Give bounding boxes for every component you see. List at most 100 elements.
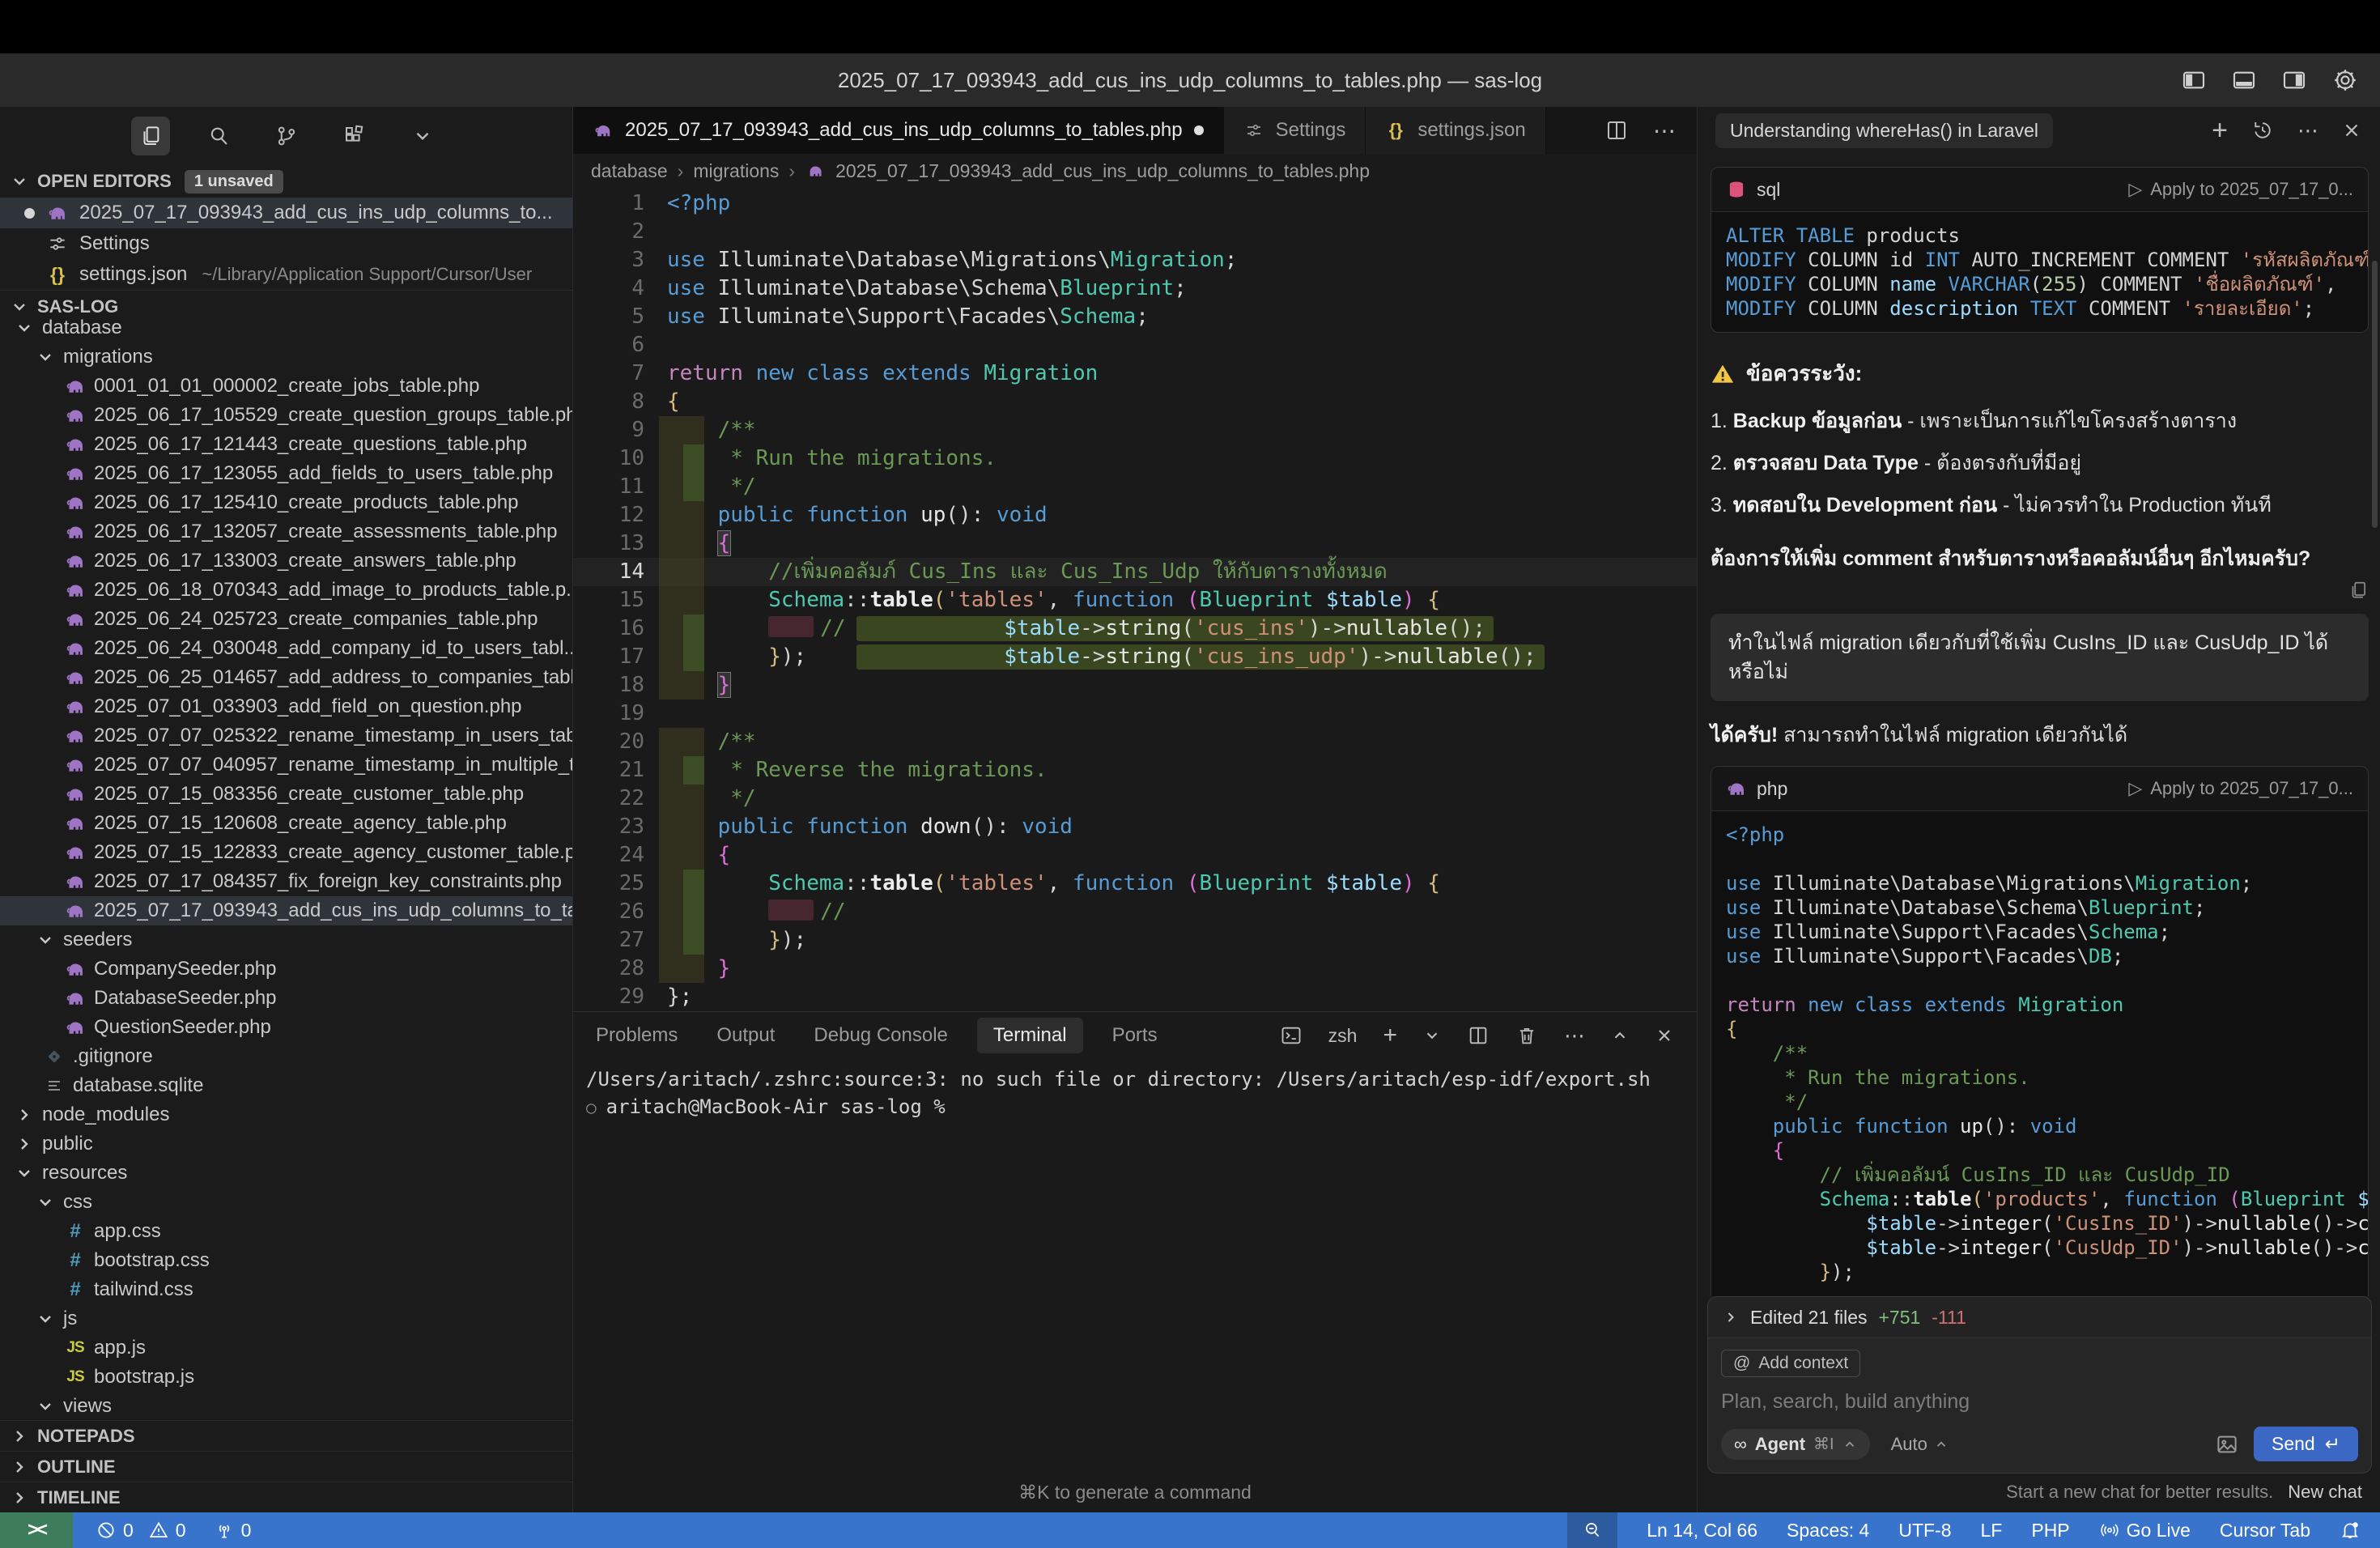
- open-editor-item[interactable]: {} settings.json ~/Library/Application S…: [0, 259, 572, 290]
- chat-input[interactable]: Plan, search, build anything: [1721, 1390, 2358, 1414]
- remote-indicator[interactable]: ><: [0, 1512, 73, 1548]
- toggle-right-panel-icon[interactable]: [2281, 67, 2307, 93]
- new-chat-icon[interactable]: +: [2212, 115, 2228, 147]
- tree-folder-node_modules[interactable]: node_modules: [0, 1100, 572, 1129]
- tree-item[interactable]: #app.css: [0, 1217, 572, 1246]
- panel-tab-terminal[interactable]: Terminal: [977, 1018, 1083, 1053]
- extensions-icon[interactable]: [335, 117, 374, 155]
- code-line[interactable]: 27 });: [573, 926, 1697, 955]
- tree-item[interactable]: 0001_01_01_000002_create_jobs_table.php: [0, 372, 572, 401]
- tree-item[interactable]: JSapp.js: [0, 1333, 572, 1363]
- send-button[interactable]: Send ↵: [2254, 1427, 2358, 1461]
- tree-folder-css[interactable]: css: [0, 1188, 572, 1217]
- code-line[interactable]: 12 public function up(): void: [573, 501, 1697, 529]
- tree-item[interactable]: 2025_07_15_083356_create_customer_table.…: [0, 780, 572, 809]
- code-line[interactable]: 23 public function down(): void: [573, 813, 1697, 841]
- source-control-icon[interactable]: [267, 117, 306, 155]
- code-line[interactable]: 4use Illuminate\Database\Schema\Blueprin…: [573, 274, 1697, 303]
- language-mode[interactable]: PHP: [2031, 1520, 2069, 1542]
- tree-item[interactable]: CompanySeeder.php: [0, 955, 572, 984]
- open-editor-item[interactable]: 2025_07_17_093943_add_cus_ins_udp_column…: [0, 198, 572, 228]
- tab-migration-file[interactable]: 2025_07_17_093943_add_cus_ins_udp_column…: [573, 107, 1224, 154]
- code-line[interactable]: 16 // $table->string('cus_ins')->nullabl…: [573, 615, 1697, 643]
- chat-more-icon[interactable]: ⋯: [2297, 118, 2318, 143]
- tree-item[interactable]: 2025_07_07_025322_rename_timestamp_in_us…: [0, 721, 572, 751]
- open-editor-item[interactable]: Settings: [0, 228, 572, 259]
- tree-item[interactable]: 2025_06_17_132057_create_assessments_tab…: [0, 517, 572, 546]
- attach-image-icon[interactable]: [2215, 1432, 2239, 1457]
- code-line[interactable]: 5use Illuminate\Support\Facades\Schema;: [573, 303, 1697, 331]
- toggle-bottom-panel-icon[interactable]: [2231, 67, 2257, 93]
- go-live-button[interactable]: Go Live: [2099, 1520, 2191, 1542]
- code-line[interactable]: 19: [573, 700, 1697, 728]
- tree-item[interactable]: 2025_06_24_025723_create_companies_table…: [0, 605, 572, 634]
- tree-folder-seeders[interactable]: seeders: [0, 925, 572, 955]
- tree-item[interactable]: 2025_06_17_133003_create_answers_table.p…: [0, 546, 572, 576]
- tree-item[interactable]: #tailwind.css: [0, 1275, 572, 1304]
- new-chat-link[interactable]: New chat: [2288, 1482, 2362, 1503]
- split-terminal-icon[interactable]: [1467, 1024, 1490, 1047]
- code-line[interactable]: 1<?php: [573, 189, 1697, 218]
- code-line[interactable]: 10 * Run the migrations.: [573, 444, 1697, 473]
- copy-icon[interactable]: [2348, 580, 2369, 601]
- zoom-indicator-icon[interactable]: [1567, 1512, 1617, 1548]
- tree-folder-views[interactable]: views: [0, 1392, 572, 1420]
- code-line[interactable]: 15 Schema::table('tables', function (Blu…: [573, 586, 1697, 615]
- panel-tab-problems[interactable]: Problems: [596, 1024, 678, 1047]
- eol-sequence[interactable]: LF: [1981, 1520, 2003, 1542]
- chat-history-icon[interactable]: [2250, 118, 2275, 142]
- code-line[interactable]: 26 //: [573, 898, 1697, 926]
- panel-more-icon[interactable]: ⋯: [1564, 1023, 1585, 1048]
- new-terminal-icon[interactable]: +: [1383, 1022, 1397, 1049]
- tree-item[interactable]: 2025_06_24_030048_add_company_id_to_user…: [0, 634, 572, 663]
- agent-mode-selector[interactable]: ∞ Agent ⌘I: [1721, 1429, 1870, 1460]
- outline-section[interactable]: OUTLINE: [0, 1451, 572, 1482]
- tree-item[interactable]: JSbootstrap.js: [0, 1363, 572, 1392]
- tree-item[interactable]: database.sqlite: [0, 1071, 572, 1100]
- close-panel-icon[interactable]: [1655, 1026, 1674, 1045]
- code-editor[interactable]: 1<?php23use Illuminate\Database\Migratio…: [573, 188, 1697, 1011]
- code-line[interactable]: 9 /**: [573, 416, 1697, 444]
- notifications-bell-icon[interactable]: [2340, 1520, 2361, 1541]
- code-line[interactable]: 20 /**: [573, 728, 1697, 756]
- notepads-section[interactable]: NOTEPADS: [0, 1420, 572, 1451]
- tab-settings[interactable]: Settings: [1224, 107, 1366, 154]
- indentation[interactable]: Spaces: 4: [1787, 1520, 1869, 1542]
- code-line[interactable]: 3use Illuminate\Database\Migrations\Migr…: [573, 246, 1697, 274]
- tree-folder-public[interactable]: public: [0, 1129, 572, 1159]
- code-line[interactable]: 29};: [573, 983, 1697, 1011]
- tree-folder-migrations[interactable]: migrations: [0, 342, 572, 372]
- cursor-tab-toggle[interactable]: Cursor Tab: [2220, 1520, 2310, 1542]
- problems-indicator[interactable]: 0 0: [96, 1520, 186, 1542]
- add-context-button[interactable]: @ Add context: [1721, 1350, 1860, 1377]
- toggle-left-panel-icon[interactable]: [2181, 67, 2207, 93]
- split-editor-icon[interactable]: [1604, 118, 1629, 142]
- shell-label[interactable]: zsh: [1328, 1025, 1358, 1047]
- code-line[interactable]: 28 }: [573, 955, 1697, 983]
- tree-item[interactable]: .gitignore: [0, 1042, 572, 1071]
- tree-item[interactable]: 2025_06_25_014657_add_address_to_compani…: [0, 663, 572, 692]
- code-line[interactable]: 14 //เพิ่มคอลัมภ์ Cus_Ins และ Cus_Ins_Ud…: [573, 558, 1697, 586]
- tree-folder-database[interactable]: database: [0, 313, 572, 342]
- maximize-panel-icon[interactable]: [1611, 1027, 1629, 1044]
- tree-item[interactable]: DatabaseSeeder.php: [0, 984, 572, 1013]
- code-line[interactable]: 25 Schema::table('tables', function (Blu…: [573, 870, 1697, 898]
- tree-item[interactable]: 2025_07_15_122833_create_agency_customer…: [0, 838, 572, 867]
- code-line[interactable]: 11 */: [573, 473, 1697, 501]
- tree-item[interactable]: 2025_06_17_125410_create_products_table.…: [0, 488, 572, 517]
- ports-indicator[interactable]: 0: [214, 1520, 252, 1542]
- tree-item[interactable]: 2025_06_17_123055_add_fields_to_users_ta…: [0, 459, 572, 488]
- tree-item[interactable]: QuestionSeeder.php: [0, 1013, 572, 1042]
- edited-files-row[interactable]: Edited 21 files +751 -111: [1708, 1297, 2371, 1338]
- kill-terminal-icon[interactable]: [1515, 1024, 1538, 1047]
- terminal-output[interactable]: /Users/aritach/.zshrc:source:3: no such …: [573, 1059, 1697, 1121]
- tree-item[interactable]: #bootstrap.css: [0, 1246, 572, 1275]
- encoding[interactable]: UTF-8: [1898, 1520, 1951, 1542]
- panel-tab-ports[interactable]: Ports: [1112, 1024, 1158, 1047]
- code-line[interactable]: 17 }); $table->string('cus_ins_udp')->nu…: [573, 643, 1697, 671]
- tree-folder-resources[interactable]: resources: [0, 1159, 572, 1188]
- code-line[interactable]: 2: [573, 218, 1697, 246]
- code-line[interactable]: 21 * Reverse the migrations.: [573, 756, 1697, 785]
- breadcrumb[interactable]: database › migrations › 2025_07_17_09394…: [573, 154, 1697, 188]
- open-editors-header[interactable]: OPEN EDITORS 1 unsaved: [0, 165, 572, 198]
